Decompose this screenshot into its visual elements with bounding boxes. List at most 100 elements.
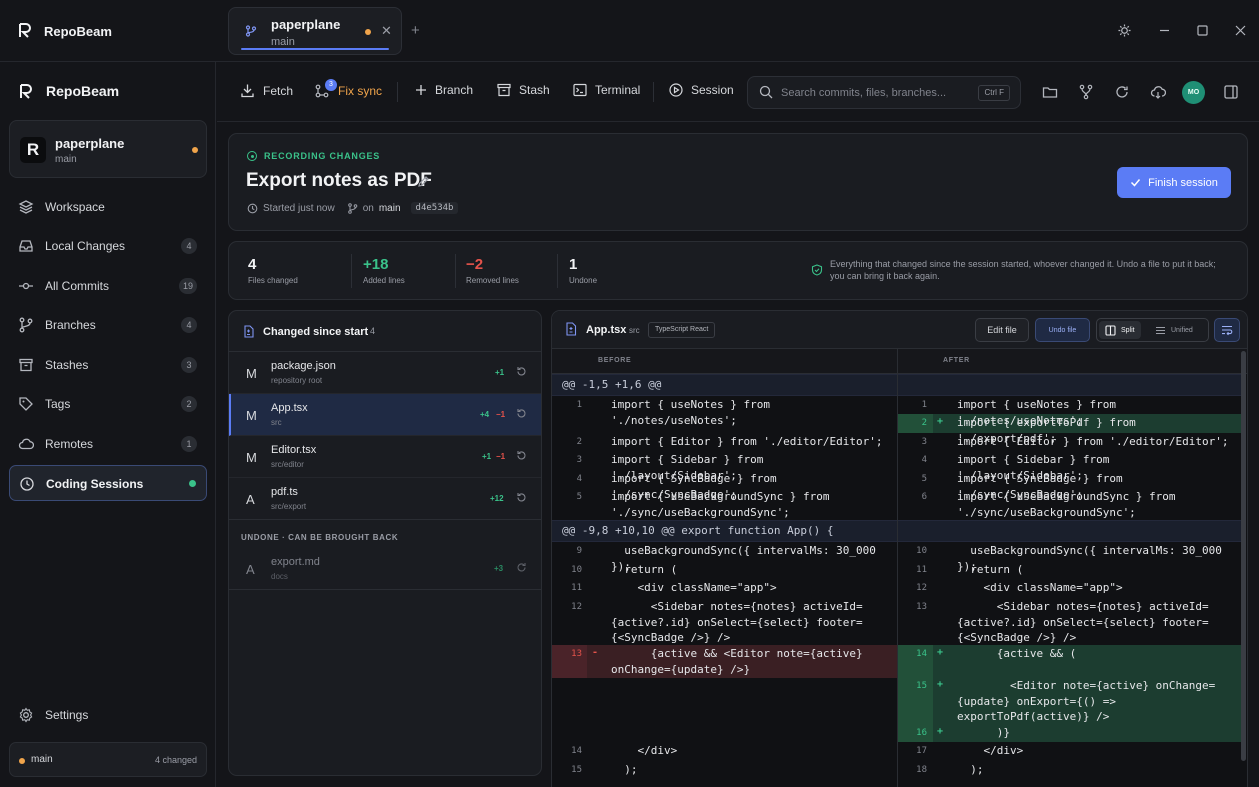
sidebar-item-local-changes[interactable]: Local Changes 4 bbox=[9, 228, 207, 264]
redo-icon[interactable] bbox=[516, 562, 527, 573]
stat-divider bbox=[455, 254, 456, 288]
search-input[interactable] bbox=[781, 85, 971, 101]
close-window-icon[interactable] bbox=[1232, 22, 1248, 38]
file-status: A bbox=[246, 492, 255, 507]
terminal-button[interactable]: Terminal bbox=[573, 83, 640, 97]
split-label: Split bbox=[1121, 326, 1135, 334]
stat-label: Files changed bbox=[248, 276, 298, 285]
stat-removed-lines: −2 Removed lines bbox=[466, 256, 519, 285]
download-icon bbox=[241, 84, 254, 98]
code-line: <div className="app"> bbox=[957, 581, 1123, 594]
commit-hash[interactable]: d4e534b bbox=[410, 202, 459, 214]
repo-avatar: R bbox=[20, 137, 46, 163]
app-logo-icon bbox=[20, 84, 32, 99]
line-number: 9 bbox=[576, 546, 582, 556]
unified-label: Unified bbox=[1171, 326, 1193, 334]
unified-view-option[interactable]: Unified bbox=[1149, 321, 1199, 339]
undo-icon[interactable] bbox=[516, 408, 527, 419]
code-line: {active && ( bbox=[957, 647, 1077, 660]
code-line: <Sidebar notes={notes} activeId={active?… bbox=[611, 600, 863, 645]
file-row-editor-tsx[interactable]: M Editor.tsx src/editor +1 −1 bbox=[229, 436, 541, 478]
fix-sync-button[interactable]: 3 Fix sync bbox=[314, 79, 382, 98]
undo-icon[interactable] bbox=[516, 492, 527, 503]
sidebar-item-coding-sessions[interactable]: Coding Sessions bbox=[9, 465, 207, 501]
user-avatar[interactable]: MO bbox=[1182, 81, 1205, 104]
sidebar-item-remotes[interactable]: Remotes 1 bbox=[9, 426, 207, 462]
sidebar-item-stashes[interactable]: Stashes 3 bbox=[9, 347, 207, 383]
view-mode-toggle: Split Unified bbox=[1096, 318, 1209, 342]
file-name: App.tsx bbox=[271, 402, 308, 414]
close-tab-icon[interactable]: ✕ bbox=[381, 23, 392, 39]
line-number: 1 bbox=[921, 400, 927, 410]
folder-icon[interactable] bbox=[1042, 84, 1058, 100]
maximize-icon[interactable] bbox=[1194, 22, 1210, 38]
minimize-icon[interactable] bbox=[1156, 22, 1172, 38]
undo-file-button[interactable]: Undo file bbox=[1035, 318, 1090, 342]
file-diff-icon bbox=[244, 325, 254, 338]
diff-file-dir: src bbox=[629, 326, 640, 335]
layers-icon bbox=[18, 200, 34, 214]
cloud-sync-icon[interactable] bbox=[1150, 84, 1166, 100]
unsaved-dot bbox=[365, 29, 371, 35]
sidebar-item-all-commits[interactable]: All Commits 19 bbox=[9, 268, 207, 304]
line-number: 11 bbox=[916, 565, 927, 575]
line-number: 14 bbox=[916, 649, 927, 659]
sidebar-item-branches[interactable]: Branches 4 bbox=[9, 307, 207, 343]
split-view-option[interactable]: Split bbox=[1099, 321, 1141, 339]
changed-files-title: Changed since start bbox=[263, 326, 369, 338]
undo-icon[interactable] bbox=[516, 366, 527, 377]
sidebar-item-tags[interactable]: Tags 2 bbox=[9, 386, 207, 422]
code-line: return ( bbox=[957, 563, 1024, 576]
fetch-button[interactable]: Fetch bbox=[240, 83, 293, 98]
sidebar-item-count: 19 bbox=[178, 278, 197, 294]
branch-button[interactable]: Branch bbox=[415, 83, 473, 97]
branch-icon bbox=[19, 317, 33, 333]
sidebar-item-label: Branches bbox=[45, 318, 96, 332]
repo-switcher[interactable]: R paperplane main bbox=[9, 120, 207, 178]
file-row-app-tsx[interactable]: M App.tsx src +4 −1 bbox=[229, 394, 541, 436]
undo-icon[interactable] bbox=[516, 450, 527, 461]
line-number: 2 bbox=[921, 418, 927, 428]
pencil-icon[interactable] bbox=[417, 175, 430, 188]
recording-dot bbox=[189, 480, 196, 487]
sidebar-item-settings[interactable]: Settings bbox=[9, 697, 207, 733]
new-tab-icon[interactable]: + bbox=[411, 22, 420, 39]
code-line: import { Editor } from './editor/Editor'… bbox=[611, 435, 883, 448]
history-icon bbox=[247, 203, 258, 213]
theme-toggle-icon[interactable] bbox=[1116, 22, 1132, 38]
code-line: import { Editor } from './editor/Editor'… bbox=[957, 435, 1229, 448]
merge-icon[interactable] bbox=[1078, 84, 1094, 100]
search-box[interactable]: Ctrl F bbox=[747, 76, 1021, 109]
session-branch: main bbox=[378, 202, 401, 214]
gear-icon bbox=[19, 707, 33, 723]
file-path: src/export bbox=[271, 502, 307, 511]
stat-added-lines: +18 Added lines bbox=[363, 256, 405, 285]
sidebar-item-workspace[interactable]: Workspace bbox=[9, 189, 207, 225]
repo-name: paperplane bbox=[55, 136, 125, 151]
refresh-icon[interactable] bbox=[1114, 84, 1130, 100]
session-button[interactable]: Session bbox=[669, 83, 734, 97]
sidebar-item-count: 4 bbox=[181, 317, 197, 333]
before-column-label: BEFORE bbox=[598, 357, 632, 364]
file-row-package-json[interactable]: M package.json repository root +1 bbox=[229, 352, 541, 394]
file-status: M bbox=[246, 366, 257, 381]
sidebar-item-label: Stashes bbox=[45, 358, 89, 372]
panel-toggle-icon[interactable] bbox=[1223, 84, 1239, 100]
branch-status[interactable]: main 4 changed bbox=[9, 742, 207, 777]
file-diff-icon bbox=[566, 322, 577, 336]
stash-button[interactable]: Stash bbox=[497, 83, 550, 97]
fix-sync-badge: 3 bbox=[325, 79, 337, 91]
file-row-export-md[interactable]: A export.md docs +3 bbox=[229, 548, 541, 590]
file-row-pdf-ts[interactable]: A pdf.ts src/export +12 bbox=[229, 478, 541, 520]
file-added: +3 bbox=[494, 564, 504, 573]
finish-session-button[interactable]: Finish session bbox=[1117, 167, 1231, 198]
diff-column-divider bbox=[897, 349, 898, 787]
wrap-lines-toggle[interactable] bbox=[1214, 318, 1240, 342]
line-number: 2 bbox=[576, 437, 582, 447]
repo-tab[interactable]: paperplane main ✕ bbox=[228, 7, 402, 55]
file-name: pdf.ts bbox=[271, 486, 298, 498]
line-number: 13 bbox=[916, 602, 927, 612]
sidebar-item-label: Local Changes bbox=[45, 239, 126, 253]
edit-file-button[interactable]: Edit file bbox=[975, 318, 1029, 342]
diff-scrollbar[interactable] bbox=[1241, 351, 1246, 761]
